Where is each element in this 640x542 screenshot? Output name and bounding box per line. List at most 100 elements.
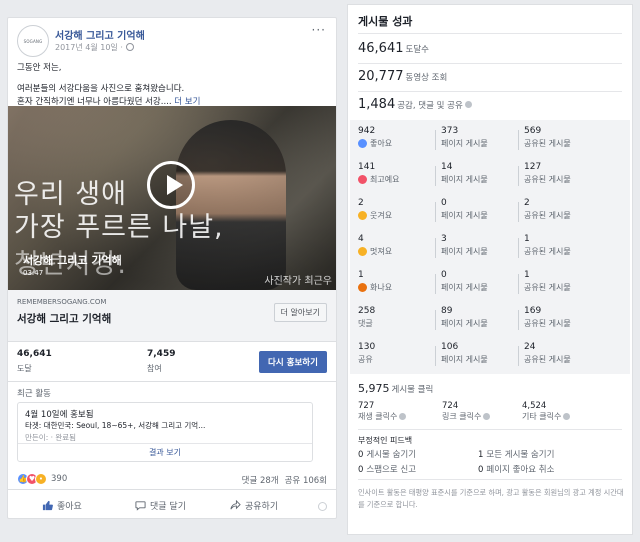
breakdown-cell-page: 3 페이지 게시물 (441, 230, 521, 265)
video-views-value: 20,777 (358, 69, 404, 84)
post-text: 그동안 저는, 여러분들의 서강다움을 사진으로 훔쳐왔습니다. 혼자 간직하기… (17, 62, 329, 109)
like-button-label: 좋아요 (57, 502, 82, 512)
reaction-icons[interactable]: 👍 ♥ • (17, 473, 47, 485)
reach-label: 도달 (17, 364, 32, 373)
breakdown-value: 1 (358, 270, 364, 280)
insights-footnote: 인사이트 활동은 태평양 표준시를 기준으로 하며, 광고 활동은 회원님의 광… (358, 488, 624, 509)
breakdown-label: 페이지 게시물 (441, 319, 488, 328)
breakdown-cell-total: 258 댓글 (358, 302, 438, 337)
engagement-value: 7,459 (147, 349, 176, 359)
breakdown-label: 페이지 게시물 (441, 211, 488, 220)
info-icon[interactable] (563, 413, 571, 420)
breakdown-label: 댓글 (358, 319, 373, 328)
column-divider (435, 202, 436, 222)
video-title: 서강해 그리고 기억해 (23, 254, 122, 267)
like-button[interactable]: 좋아요 (42, 499, 82, 512)
column-divider (435, 346, 436, 366)
breakdown-label: 공유된 게시물 (524, 355, 571, 364)
video-player[interactable]: 우리 생애 가장 푸르른 나날, 청년서강. 서강해 그리고 기억해 03:47… (8, 106, 336, 290)
unlike-page-label: 페이지 좋아요 취소 (486, 465, 555, 475)
other-clicks-label: 기타 클릭수 (522, 412, 562, 421)
breakdown-value: 169 (524, 306, 542, 316)
reaction-count[interactable]: 390 (51, 474, 67, 484)
column-divider (435, 238, 436, 258)
breakdown-cell-page: 373 페이지 게시물 (441, 122, 521, 157)
comment-share-counts: 댓글 28개 공유 106회 (236, 474, 327, 486)
clicks-value: 5,975 (358, 382, 390, 395)
link-title[interactable]: 서강해 그리고 기억해 (17, 311, 111, 326)
wow-icon (358, 247, 367, 256)
info-icon[interactable] (399, 413, 407, 420)
post-text-line-content: 여러분들의 서강다움을 사진으로 훔쳐왔습니다. (17, 84, 185, 94)
breakdown-label: 공유 (358, 355, 373, 364)
post-text-line: 여러분들의 서강다움을 사진으로 훔쳐왔습니다. (17, 83, 329, 96)
boost-date: 4월 10일에 홍보됨 (25, 410, 94, 420)
breakdown-cell-shared: 2 공유된 게시물 (524, 194, 604, 229)
breakdown-value: 14 (441, 162, 453, 172)
video-overlay-text: 가장 푸르른 나날, (14, 212, 224, 243)
wow-icon: • (35, 473, 47, 485)
breakdown-label: 공유된 게시물 (524, 175, 571, 184)
share-button[interactable]: 공유하기 (230, 499, 278, 512)
breakdown-cell-shared: 169 공유된 게시물 (524, 302, 604, 337)
comment-button-label: 댓글 달기 (150, 502, 186, 512)
action-bar: 좋아요 댓글 달기 공유하기 (8, 494, 336, 518)
other-clicks-value: 4,524 (522, 401, 547, 411)
breakdown-value: 2 (524, 198, 530, 208)
comment-count[interactable]: 댓글 28개 (242, 476, 279, 486)
play-clicks-value: 727 (358, 401, 375, 411)
view-results-link[interactable]: 결과 보기 (18, 447, 312, 458)
breakdown-label: 좋아요 (370, 139, 393, 148)
breakdown-value: 373 (441, 126, 459, 136)
comment-button[interactable]: 댓글 달기 (135, 499, 186, 512)
video-views-stat: 20,777 동영상 조회 (358, 69, 447, 84)
breakdown-value: 1 (524, 270, 530, 280)
breakdown-cell-shared: 1 공유된 게시물 (524, 266, 604, 301)
spam-report-value: 0 (358, 465, 364, 475)
hide-post-value: 0 (358, 450, 364, 460)
post-timestamp[interactable]: 2017년 4월 10일 · (55, 42, 134, 53)
link-preview[interactable]: REMEMBERSOGANG.COM 서강해 그리고 기억해 더 알아보기 (8, 290, 336, 342)
column-divider (435, 310, 436, 330)
breakdown-value: 141 (358, 162, 376, 172)
breakdown-label: 웃겨요 (370, 211, 393, 220)
page-avatar[interactable]: SOGANG (17, 25, 49, 57)
learn-more-button[interactable]: 더 알아보기 (273, 303, 327, 322)
audience-selector-icon[interactable] (318, 502, 327, 511)
breakdown-value: 2 (358, 198, 364, 208)
info-icon[interactable] (464, 101, 472, 108)
hide-all-label: 모든 게시물 숨기기 (486, 450, 555, 460)
breakdown-cell-total: 141 최고예요 (358, 158, 438, 193)
more-options-icon[interactable]: ··· (312, 23, 326, 37)
engagement-stat-value: 1,484 (358, 97, 396, 112)
breakdown-cell-total: 1 화나요 (358, 266, 438, 301)
breakdown-cell-shared: 1 공유된 게시물 (524, 230, 604, 265)
hide-post-stat: 0 게시물 숨기기 (358, 448, 416, 460)
play-clicks: 727 재생 클릭수 (358, 401, 443, 422)
thumbs-up-icon (42, 500, 53, 511)
breakdown-label: 공유된 게시물 (524, 283, 571, 292)
link-clicks: 724 링크 클릭수 (442, 401, 527, 422)
boost-creator: 만든이: · 완료됨 (25, 433, 77, 442)
breakdown-value: 0 (441, 270, 447, 280)
breakdown-label: 페이지 게시물 (441, 247, 488, 256)
boost-again-button[interactable]: 다시 홍보하기 (259, 351, 327, 373)
info-icon[interactable] (483, 413, 491, 420)
breakdown-value: 0 (441, 198, 447, 208)
breakdown-label: 공유된 게시물 (524, 319, 571, 328)
column-divider (435, 166, 436, 186)
link-clicks-label: 링크 클릭수 (442, 412, 482, 421)
breakdown-label: 페이지 게시물 (441, 175, 488, 184)
page-name-link[interactable]: 서강해 그리고 기억해 (55, 27, 145, 42)
post-stats: 46,641 도달 7,459 참여 다시 홍보하기 (8, 342, 336, 382)
breakdown-value: 942 (358, 126, 376, 136)
breakdown-cell-page: 0 페이지 게시물 (441, 194, 521, 229)
share-count[interactable]: 공유 106회 (285, 476, 327, 486)
recent-activity-header: 최근 활동 (17, 389, 51, 399)
post-date-text: 2017년 4월 10일 · (55, 43, 123, 52)
divider (358, 479, 622, 480)
breakdown-label: 페이지 게시물 (441, 139, 488, 148)
play-icon[interactable] (147, 161, 195, 209)
column-divider (518, 274, 519, 294)
breakdown-value: 4 (358, 234, 364, 244)
